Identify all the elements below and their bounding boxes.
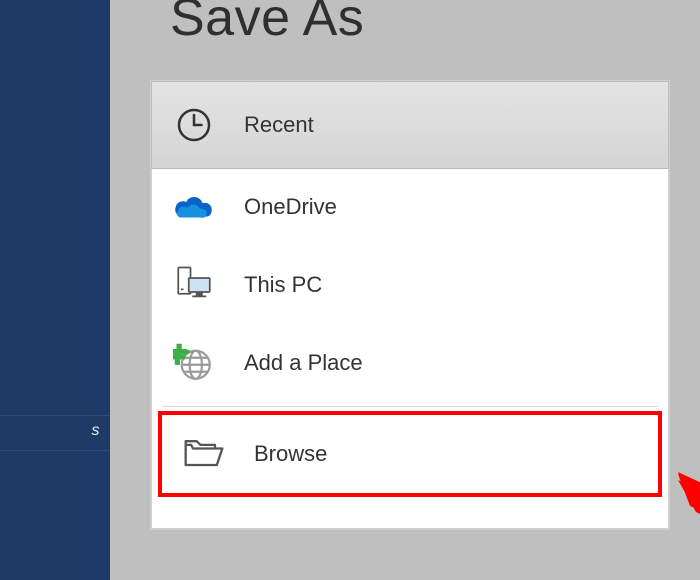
annotation-arrow-icon (678, 460, 700, 580)
location-recent[interactable]: Recent (151, 81, 669, 169)
folder-open-icon (180, 430, 228, 478)
onedrive-cloud-icon (170, 183, 218, 231)
annotation-arrow-icon (678, 460, 700, 580)
clock-icon (170, 101, 218, 149)
list-item-label: This PC (244, 272, 322, 298)
location-browse[interactable]: Browse (158, 411, 662, 497)
sidebar-separator (0, 450, 110, 451)
location-add-a-place[interactable]: Add a Place (152, 324, 668, 402)
list-item-label: Recent (244, 112, 314, 138)
office-backstage-sidebar: s (0, 0, 110, 580)
backstage-area: Save As Recent OneDrive (110, 0, 700, 580)
divider (162, 406, 658, 407)
save-locations-panel: Recent OneDrive This PC (150, 80, 670, 530)
list-item-label: OneDrive (244, 194, 337, 220)
sidebar-separator (0, 415, 110, 416)
add-place-globe-icon (170, 339, 218, 387)
this-pc-icon (170, 261, 218, 309)
page-title: Save As (170, 0, 364, 48)
location-this-pc[interactable]: This PC (152, 246, 668, 324)
location-onedrive[interactable]: OneDrive (152, 168, 668, 246)
list-item-label: Browse (254, 441, 327, 467)
list-item-label: Add a Place (244, 350, 363, 376)
sidebar-item-fragment[interactable]: s (0, 422, 100, 440)
